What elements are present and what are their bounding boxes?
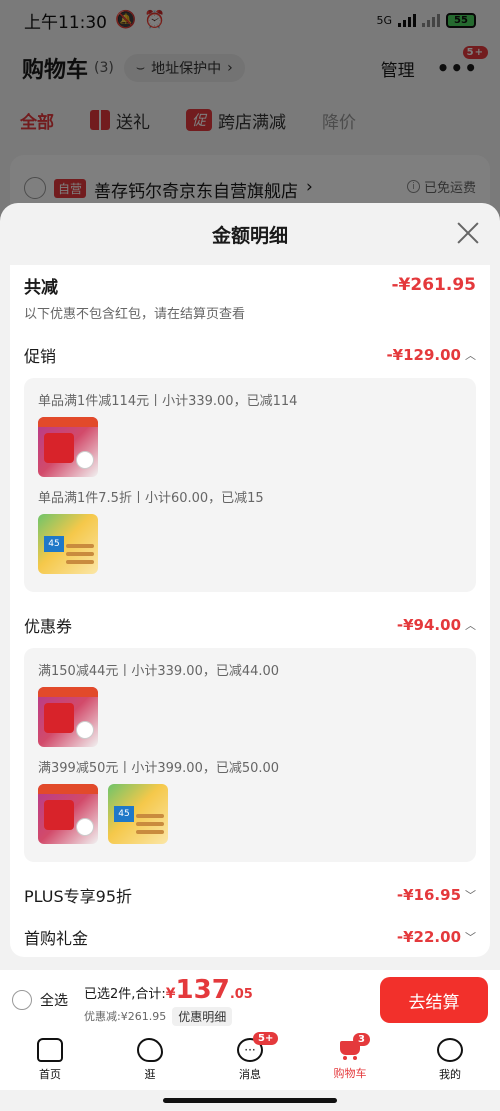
total-line: 已选2件,合计: ¥ 137 .05 xyxy=(84,975,253,1005)
selected-count: 已选2件,合计: xyxy=(84,986,166,1002)
product-thumbnail[interactable] xyxy=(38,784,98,844)
chevron-down-icon: ﹀ xyxy=(465,889,476,902)
product-thumbnail[interactable]: 45 xyxy=(38,514,98,574)
discount-summary: 优惠减:¥261.95 xyxy=(84,1010,167,1023)
promo-row[interactable]: 促销 -¥129.00 ︿ xyxy=(24,342,476,368)
promo-value: -¥129.00 xyxy=(386,346,461,364)
discount-hint: 以下优惠不包含红包，请在结算页查看 xyxy=(24,307,246,322)
product-thumbnail[interactable]: 45 xyxy=(108,784,168,844)
currency-symbol: ¥ xyxy=(165,985,176,1002)
tab-cart[interactable]: 3 购物车 xyxy=(315,1033,385,1081)
coupon-label: 优惠券 xyxy=(24,617,73,636)
chevron-down-icon: ﹀ xyxy=(465,931,476,944)
promo-line: 单品满1件7.5折丨小计60.00，已减15 xyxy=(38,491,264,506)
cart-badge: 3 xyxy=(353,1033,370,1046)
plus-discount-label: PLUS专享95折 xyxy=(24,887,132,906)
checkout-button[interactable]: 去结算 xyxy=(380,977,488,1023)
bottom-tab-bar: 首页 逛 ··· 5+ 消息 3 购物车 我的 xyxy=(0,1030,500,1090)
promo-line: 单品满1件减114元丨小计339.00，已减114 xyxy=(38,394,298,409)
total-discount-value: -¥261.95 xyxy=(391,275,477,295)
chevron-up-icon: ︿ xyxy=(465,619,476,632)
tab-messages[interactable]: ··· 5+ 消息 xyxy=(215,1032,285,1082)
total-discount-row: 共减 -¥261.95 xyxy=(24,271,476,299)
coupon-value: -¥94.00 xyxy=(396,616,461,634)
first-purchase-value: -¥22.00 xyxy=(396,928,461,946)
select-all-label[interactable]: 全选 xyxy=(40,990,68,1010)
home-indicator[interactable] xyxy=(163,1098,337,1103)
chevron-up-icon: ︿ xyxy=(465,349,476,362)
amount-detail-sheet: 金额明细 共减 -¥261.95 以下优惠不包含红包，请在结算页查看 促销 -¥… xyxy=(0,203,500,970)
product-thumbnail[interactable] xyxy=(38,687,98,747)
tab-explore[interactable]: 逛 xyxy=(115,1038,185,1082)
profile-icon xyxy=(437,1038,463,1062)
tab-label: 我的 xyxy=(439,1068,461,1081)
promo-detail-box: 单品满1件减114元丨小计339.00，已减114 单品满1件7.5折丨小计60… xyxy=(24,378,476,592)
checkout-bar: 全选 已选2件,合计: ¥ 137 .05 优惠减:¥261.95 优惠明细 去… xyxy=(0,970,500,1030)
tab-label: 逛 xyxy=(144,1068,156,1081)
tab-label: 购物车 xyxy=(333,1067,367,1080)
first-purchase-row[interactable]: 首购礼金 -¥22.00 ﹀ xyxy=(24,922,476,952)
promo-label: 促销 xyxy=(24,347,57,366)
tab-profile[interactable]: 我的 xyxy=(415,1038,485,1082)
tab-home[interactable]: 首页 xyxy=(15,1038,85,1082)
coupon-line: 满399减50元丨小计399.00，已减50.00 xyxy=(38,761,280,776)
coupon-detail-box: 满150减44元丨小计339.00，已减44.00 满399减50元丨小计399… xyxy=(24,648,476,862)
coupon-row[interactable]: 优惠券 -¥94.00 ︿ xyxy=(24,612,476,638)
close-icon[interactable] xyxy=(456,221,480,245)
message-badge: 5+ xyxy=(253,1032,279,1045)
product-thumbnail[interactable] xyxy=(38,417,98,477)
tab-label: 消息 xyxy=(239,1068,261,1081)
sheet-title: 金额明细 xyxy=(211,224,288,247)
first-purchase-label: 首购礼金 xyxy=(24,929,89,948)
explore-icon xyxy=(137,1038,163,1062)
total-price-decimal: .05 xyxy=(229,986,253,1002)
select-all-checkbox[interactable] xyxy=(12,990,32,1010)
plus-discount-row[interactable]: PLUS专享95折 -¥16.95 ﹀ xyxy=(24,880,476,910)
detail-panel: 共减 -¥261.95 以下优惠不包含红包，请在结算页查看 促销 -¥129.0… xyxy=(10,265,490,957)
total-discount-label: 共减 xyxy=(24,277,58,298)
home-icon xyxy=(37,1038,63,1062)
discount-detail-button[interactable]: 优惠明细 xyxy=(172,1006,233,1026)
coupon-line: 满150减44元丨小计339.00，已减44.00 xyxy=(38,664,280,679)
total-price-integer: 137 xyxy=(175,974,230,1005)
plus-discount-value: -¥16.95 xyxy=(396,886,461,904)
tab-label: 首页 xyxy=(39,1068,61,1081)
